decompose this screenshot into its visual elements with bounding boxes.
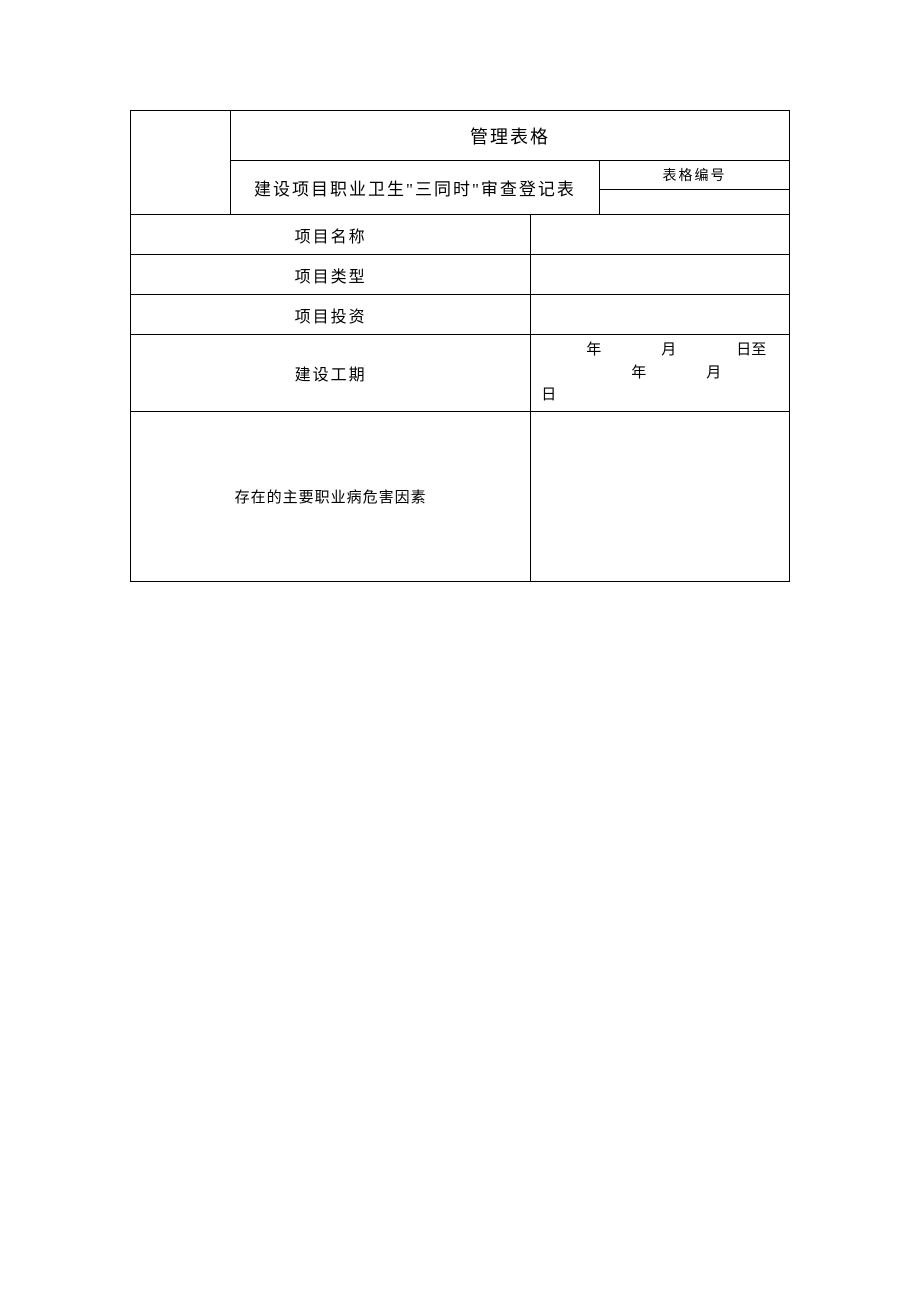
project-type-label: 项目类型 [131,255,531,295]
table-title: 管理表格 [231,111,790,161]
hazard-factors-label: 存在的主要职业病危害因素 [131,411,531,581]
project-investment-label: 项目投资 [131,295,531,335]
project-name-label: 项目名称 [131,215,531,255]
form-number-value[interactable] [600,190,790,215]
registration-table: 管理表格 建设项目职业卫生"三同时"审查登记表 表格编号 项目名称 项目类型 项… [130,110,790,582]
construction-period-label: 建设工期 [131,335,531,412]
form-number-label: 表格编号 [600,161,790,190]
header-left-cell [131,111,231,215]
project-name-value[interactable] [531,215,790,255]
project-investment-value[interactable] [531,295,790,335]
project-type-value[interactable] [531,255,790,295]
table-subtitle: 建设项目职业卫生"三同时"审查登记表 [231,161,600,215]
hazard-factors-value[interactable] [531,411,790,581]
construction-period-value[interactable]: 年 月 日至 年 月 日 [531,335,790,412]
